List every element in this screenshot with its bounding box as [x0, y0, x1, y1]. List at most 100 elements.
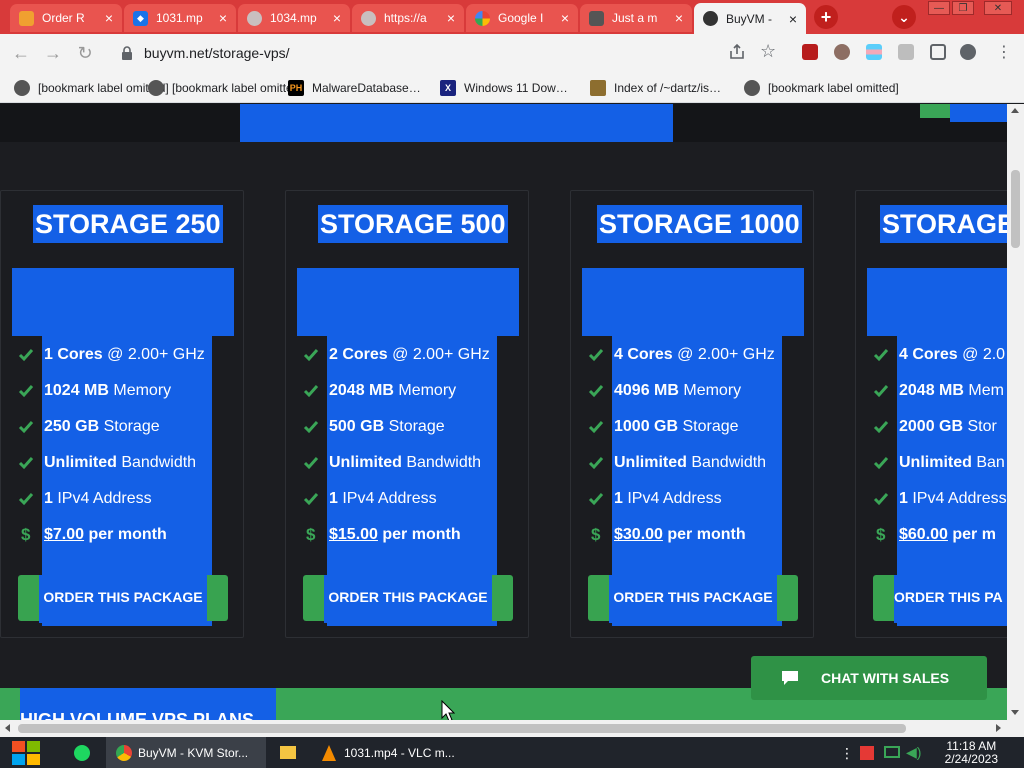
taskbar-item-vlc[interactable]: 1031.mp4 - VLC m...: [316, 737, 466, 768]
close-tab-icon[interactable]: ×: [102, 11, 116, 25]
feature-rest: Storage: [678, 418, 739, 435]
reload-button[interactable]: ↻: [74, 42, 96, 64]
bookmark-item[interactable]: PH MalwareDatabase…: [288, 78, 421, 98]
bookmark-item[interactable]: [bookmark label omitted]: [14, 78, 169, 98]
section-heading-highlight: HIGH VOLUME VPS PLANS: [20, 688, 276, 720]
price-link[interactable]: $60.00: [899, 526, 948, 543]
vertical-scrollbar[interactable]: [1007, 104, 1024, 720]
profile-icon[interactable]: [960, 44, 976, 60]
close-tab-icon[interactable]: ×: [558, 11, 572, 25]
browser-tab[interactable]: 1034.mp ×: [238, 4, 350, 32]
order-button[interactable]: ORDER THIS PACKAGE: [18, 575, 228, 623]
ublock-icon[interactable]: [802, 44, 818, 60]
volume-icon[interactable]: ◀): [906, 744, 921, 761]
menu-dots-icon[interactable]: ⋮: [996, 42, 1012, 62]
feature-bold: 500 GB: [329, 418, 385, 435]
feature-text: 2000 GB Stor: [897, 414, 1001, 440]
spotify-icon: [74, 744, 90, 761]
extension-flag-icon[interactable]: [866, 44, 882, 60]
tray-overflow-icon[interactable]: ⋮: [840, 745, 854, 762]
tab-title: https://a: [384, 11, 427, 25]
back-button[interactable]: ←: [10, 42, 32, 64]
scroll-right-arrow-icon[interactable]: [996, 724, 1001, 732]
scroll-up-arrow-icon[interactable]: [1011, 108, 1019, 113]
close-tab-icon[interactable]: ×: [216, 11, 230, 25]
check-icon: [18, 385, 34, 398]
bookmark-label: Index of /~dartz/is…: [614, 81, 722, 95]
back-arrow-icon: ←: [12, 42, 30, 63]
bookmark-label: Windows 11 Dow…: [464, 81, 568, 95]
buyvm-favicon: [19, 10, 34, 26]
feature-bold: 4 Cores: [614, 346, 673, 363]
horizontal-scrollbar-thumb[interactable]: [18, 724, 906, 733]
horizontal-scrollbar[interactable]: [0, 720, 1024, 737]
order-button-label: ORDER THIS PACKAGE: [43, 589, 203, 605]
new-tab-button[interactable]: +: [814, 5, 838, 29]
plan-card: STORAGE 4 Cores @ 2.0 2048 MB Mem 2000 G…: [855, 190, 1007, 638]
order-button[interactable]: ORDER THIS PACKAGE: [588, 575, 798, 623]
feature-rest: IPv4 Address: [622, 490, 722, 507]
side-panel-icon[interactable]: [930, 44, 946, 60]
close-tab-icon[interactable]: ×: [786, 12, 800, 26]
price-link[interactable]: $7.00: [44, 526, 84, 543]
bookmark-item[interactable]: X Windows 11 Dow…: [440, 78, 568, 98]
price-suffix: per m: [947, 526, 996, 543]
price-suffix: per month: [662, 526, 746, 543]
taskbar-spotify[interactable]: [70, 737, 94, 768]
taskbar-item-explorer[interactable]: [276, 737, 300, 768]
close-window-button[interactable]: ✕: [984, 1, 1012, 15]
address-bar[interactable]: buyvm.net/storage-vps/: [108, 38, 788, 68]
feature-text: 2048 MB Mem: [897, 378, 1007, 404]
close-tab-icon[interactable]: ×: [444, 11, 458, 25]
restore-button[interactable]: ❐: [952, 1, 974, 15]
google-icon: [475, 10, 490, 26]
scroll-down-arrow-icon[interactable]: [1011, 710, 1019, 715]
plan-image: [12, 268, 234, 336]
vertical-scrollbar-thumb[interactable]: [1011, 170, 1020, 248]
forward-button[interactable]: →: [42, 42, 64, 64]
share-icon[interactable]: [728, 43, 746, 61]
network-icon[interactable]: [884, 746, 900, 758]
bookmark-star-icon[interactable]: ☆: [760, 41, 776, 62]
price-link[interactable]: $15.00: [329, 526, 378, 543]
close-tab-icon[interactable]: ×: [330, 11, 344, 25]
order-button[interactable]: ORDER THIS PA: [873, 575, 1007, 623]
taskbar-item-chrome[interactable]: BuyVM - KVM Stor...: [106, 737, 266, 768]
minimize-button[interactable]: —: [928, 1, 950, 15]
extension-avatar-icon[interactable]: [834, 44, 850, 60]
bookmark-item[interactable]: Index of /~dartz/is…: [590, 78, 721, 98]
feature-rest: Memory: [108, 382, 172, 399]
folder-icon: [590, 80, 606, 96]
plan-image: [582, 268, 804, 336]
feature-text: 1 IPv4 Address: [897, 486, 1007, 512]
check-icon: [588, 349, 604, 362]
tab-search-button[interactable]: ⌄: [892, 5, 916, 29]
start-button[interactable]: [10, 739, 42, 767]
browser-tab[interactable]: https://a ×: [352, 4, 464, 32]
browser-tab[interactable]: ◆ 1031.mp ×: [124, 4, 236, 32]
tab-title: BuyVM -: [726, 11, 773, 26]
price-text: $30.00 per month: [612, 522, 750, 548]
feature-text: 2 Cores @ 2.00+ GHz: [327, 342, 494, 368]
check-icon: [588, 493, 604, 506]
price-text: $60.00 per m: [897, 522, 1000, 548]
close-tab-icon[interactable]: ×: [672, 11, 686, 25]
scroll-left-arrow-icon[interactable]: [5, 724, 10, 732]
browser-tab[interactable]: Google I ×: [466, 4, 578, 32]
plan-card: STORAGE 250 1 Cores @ 2.00+ GHz 1024 MB …: [0, 190, 244, 638]
price-link[interactable]: $30.00: [614, 526, 663, 543]
feature-text: Unlimited Bandwidth: [327, 450, 486, 476]
browser-tab[interactable]: Order R ×: [10, 4, 122, 32]
flag-icon[interactable]: [860, 746, 874, 760]
selection-highlight: [950, 104, 1007, 122]
bookmark-item[interactable]: [bookmark label omitted]: [744, 78, 899, 98]
system-clock[interactable]: 11:18 AM 2/24/2023: [945, 740, 998, 766]
puzzle-icon[interactable]: [898, 44, 914, 60]
bookmark-item[interactable]: [bookmark label omitted]: [148, 78, 303, 98]
order-button[interactable]: ORDER THIS PACKAGE: [303, 575, 513, 623]
chat-with-sales-button[interactable]: CHAT WITH SALES: [751, 656, 987, 700]
browser-tab-active[interactable]: BuyVM - ×: [694, 3, 806, 34]
check-icon: [588, 421, 604, 434]
browser-tab[interactable]: Just a m ×: [580, 4, 692, 32]
feature-bold: 250 GB: [44, 418, 100, 435]
